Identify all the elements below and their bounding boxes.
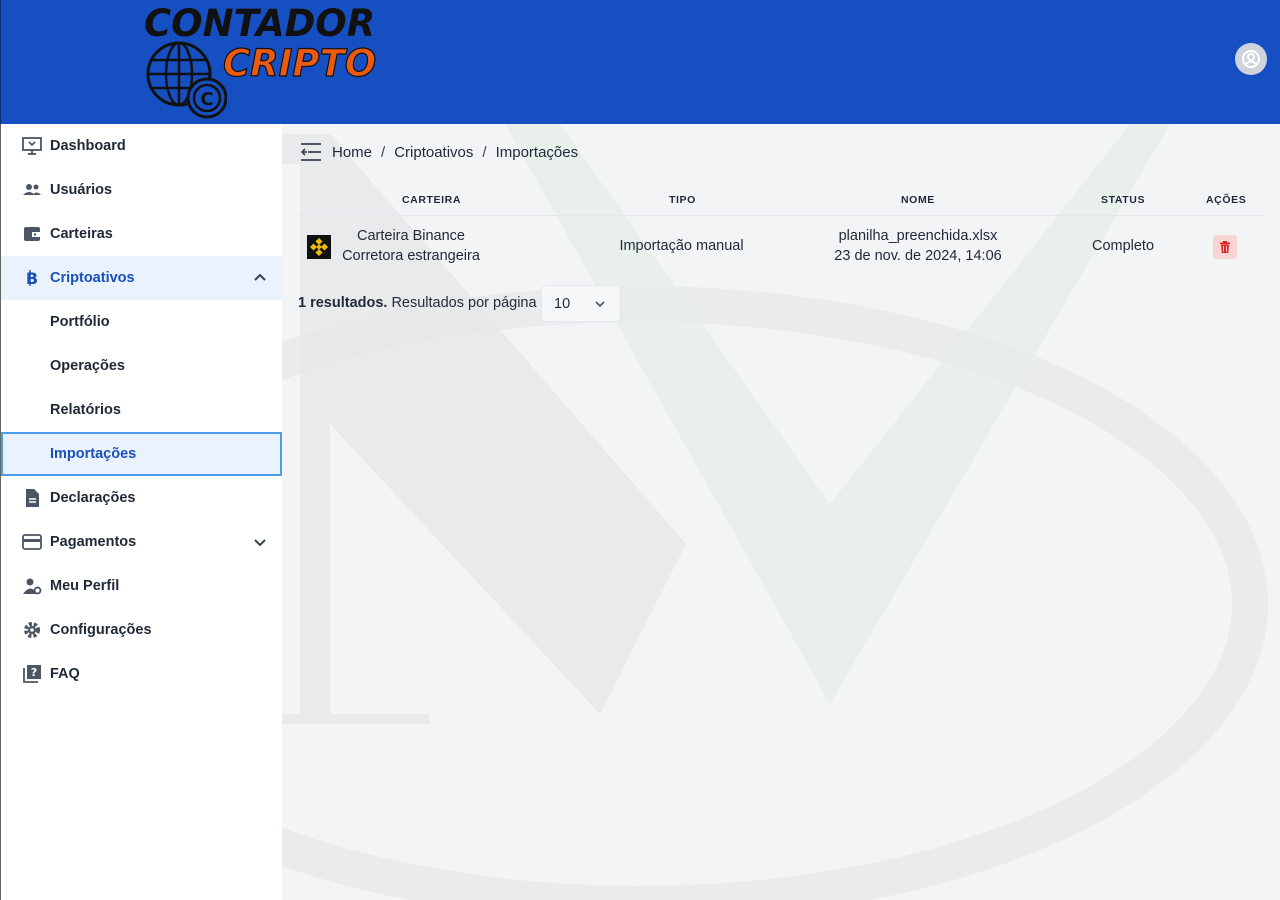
- sidebar-item-criptoativos[interactable]: B Criptoativos: [1, 256, 283, 300]
- chevron-down-icon: [254, 539, 266, 547]
- sidebar-label-meu-perfil: Meu Perfil: [50, 578, 120, 594]
- sidebar-label-configuracoes: Configurações: [50, 622, 152, 638]
- collapse-sidebar-icon[interactable]: [300, 142, 322, 162]
- brand-logo[interactable]: CONTADOR C CRIPTO: [141, 2, 403, 122]
- credit-card-icon: [22, 532, 42, 552]
- gear-icon: [22, 620, 42, 640]
- wallet-name: Carteira Binance: [357, 228, 465, 244]
- sidebar: Dashboard Usuários Carteiras B Criptoati…: [0, 124, 283, 900]
- chevron-up-icon: [254, 273, 266, 281]
- breadcrumb-importacoes: Importações: [495, 143, 579, 161]
- document-icon: [22, 488, 42, 508]
- users-icon: [22, 180, 42, 200]
- breadcrumb-separator: /: [381, 143, 386, 161]
- column-header-carteira: CARTEIRA: [402, 194, 462, 206]
- column-header-nome: NOME: [901, 194, 935, 206]
- sidebar-item-configuracoes[interactable]: Configurações: [1, 608, 283, 652]
- sidebar-item-pagamentos[interactable]: Pagamentos: [1, 520, 283, 564]
- tipo-cell: Importação manual: [619, 238, 744, 254]
- sidebar-label-importacoes: Importações: [50, 446, 137, 462]
- status-cell: Completo: [1091, 238, 1155, 254]
- bitcoin-icon: B: [22, 268, 42, 288]
- monitor-icon: [22, 136, 42, 156]
- top-header: CONTADOR C CRIPTO: [0, 0, 1280, 124]
- sidebar-item-faq[interactable]: ? FAQ: [1, 652, 283, 696]
- sidebar-label-faq: FAQ: [50, 666, 80, 682]
- per-page-label: Resultados por página: [391, 295, 537, 311]
- user-menu-button[interactable]: [1235, 43, 1267, 75]
- results-count: 1 resultados.: [298, 295, 388, 311]
- chevron-down-icon: [595, 301, 605, 308]
- breadcrumb-criptoativos[interactable]: Criptoativos: [394, 144, 473, 161]
- sidebar-item-operacoes[interactable]: Operações: [1, 344, 283, 388]
- user-gear-icon: [22, 576, 42, 596]
- sidebar-label-dashboard: Dashboard: [50, 138, 126, 154]
- svg-text:C: C: [200, 89, 213, 110]
- question-book-icon: ?: [22, 664, 42, 684]
- sidebar-item-dashboard[interactable]: Dashboard: [1, 124, 283, 168]
- svg-text:?: ?: [31, 666, 37, 679]
- file-name: planilha_preenchida.xlsx: [838, 228, 998, 244]
- sidebar-item-meu-perfil[interactable]: Meu Perfil: [1, 564, 283, 608]
- sidebar-item-declaracoes[interactable]: Declarações: [1, 476, 283, 520]
- sidebar-label-declaracoes: Declarações: [50, 490, 136, 506]
- sidebar-label-operacoes: Operações: [50, 358, 125, 374]
- logo-line1: CONTADOR: [144, 2, 376, 45]
- breadcrumb: Home / Criptoativos / Importações: [300, 141, 578, 163]
- user-circle-icon: [1242, 50, 1260, 68]
- globe-coin-icon: C: [146, 41, 227, 119]
- sidebar-label-pagamentos: Pagamentos: [50, 534, 137, 550]
- svg-text:B: B: [26, 269, 38, 288]
- wallet-type: Corretora estrangeira: [342, 248, 480, 264]
- imports-table: CARTEIRA TIPO NOME STATUS AÇÕES Carteira…: [298, 186, 1266, 278]
- table-row[interactable]: Carteira Binance Corretora estrangeira I…: [298, 216, 1266, 278]
- breadcrumb-separator: /: [482, 143, 487, 161]
- trash-icon: [1220, 241, 1230, 253]
- sidebar-label-relatorios: Relatórios: [50, 402, 121, 418]
- sidebar-label-portfolio: Portfólio: [50, 314, 110, 330]
- sidebar-label-criptoativos: Criptoativos: [50, 270, 135, 286]
- sidebar-item-importacoes[interactable]: Importações: [1, 432, 282, 476]
- wallet-icon: [22, 224, 42, 244]
- wallet-cell: Carteira Binance Corretora estrangeira: [328, 226, 494, 266]
- sidebar-label-carteiras: Carteiras: [50, 226, 113, 242]
- main-content: Home / Criptoativos / Importações CARTEI…: [282, 124, 1280, 900]
- per-page-select[interactable]: 10: [541, 285, 621, 322]
- sidebar-label-usuarios: Usuários: [50, 182, 113, 198]
- logo-line2: CRIPTO: [222, 41, 377, 85]
- sidebar-item-portfolio[interactable]: Portfólio: [1, 300, 283, 344]
- import-date: 23 de nov. de 2024, 14:06: [834, 248, 1002, 264]
- column-header-acoes: AÇÕES: [1206, 194, 1247, 206]
- column-header-status: STATUS: [1101, 194, 1146, 206]
- pagination-bar: 1 resultados. Resultados por página 10: [298, 285, 621, 322]
- sidebar-item-relatorios[interactable]: Relatórios: [1, 388, 283, 432]
- delete-button[interactable]: [1213, 235, 1237, 259]
- sidebar-item-usuarios[interactable]: Usuários: [1, 168, 283, 212]
- per-page-value: 10: [554, 295, 571, 312]
- column-header-tipo: TIPO: [669, 194, 696, 206]
- nome-cell: planilha_preenchida.xlsx 23 de nov. de 2…: [818, 226, 1018, 266]
- breadcrumb-home[interactable]: Home: [332, 144, 372, 161]
- sidebar-item-carteiras[interactable]: Carteiras: [1, 212, 283, 256]
- table-header: CARTEIRA TIPO NOME STATUS AÇÕES: [298, 186, 1266, 216]
